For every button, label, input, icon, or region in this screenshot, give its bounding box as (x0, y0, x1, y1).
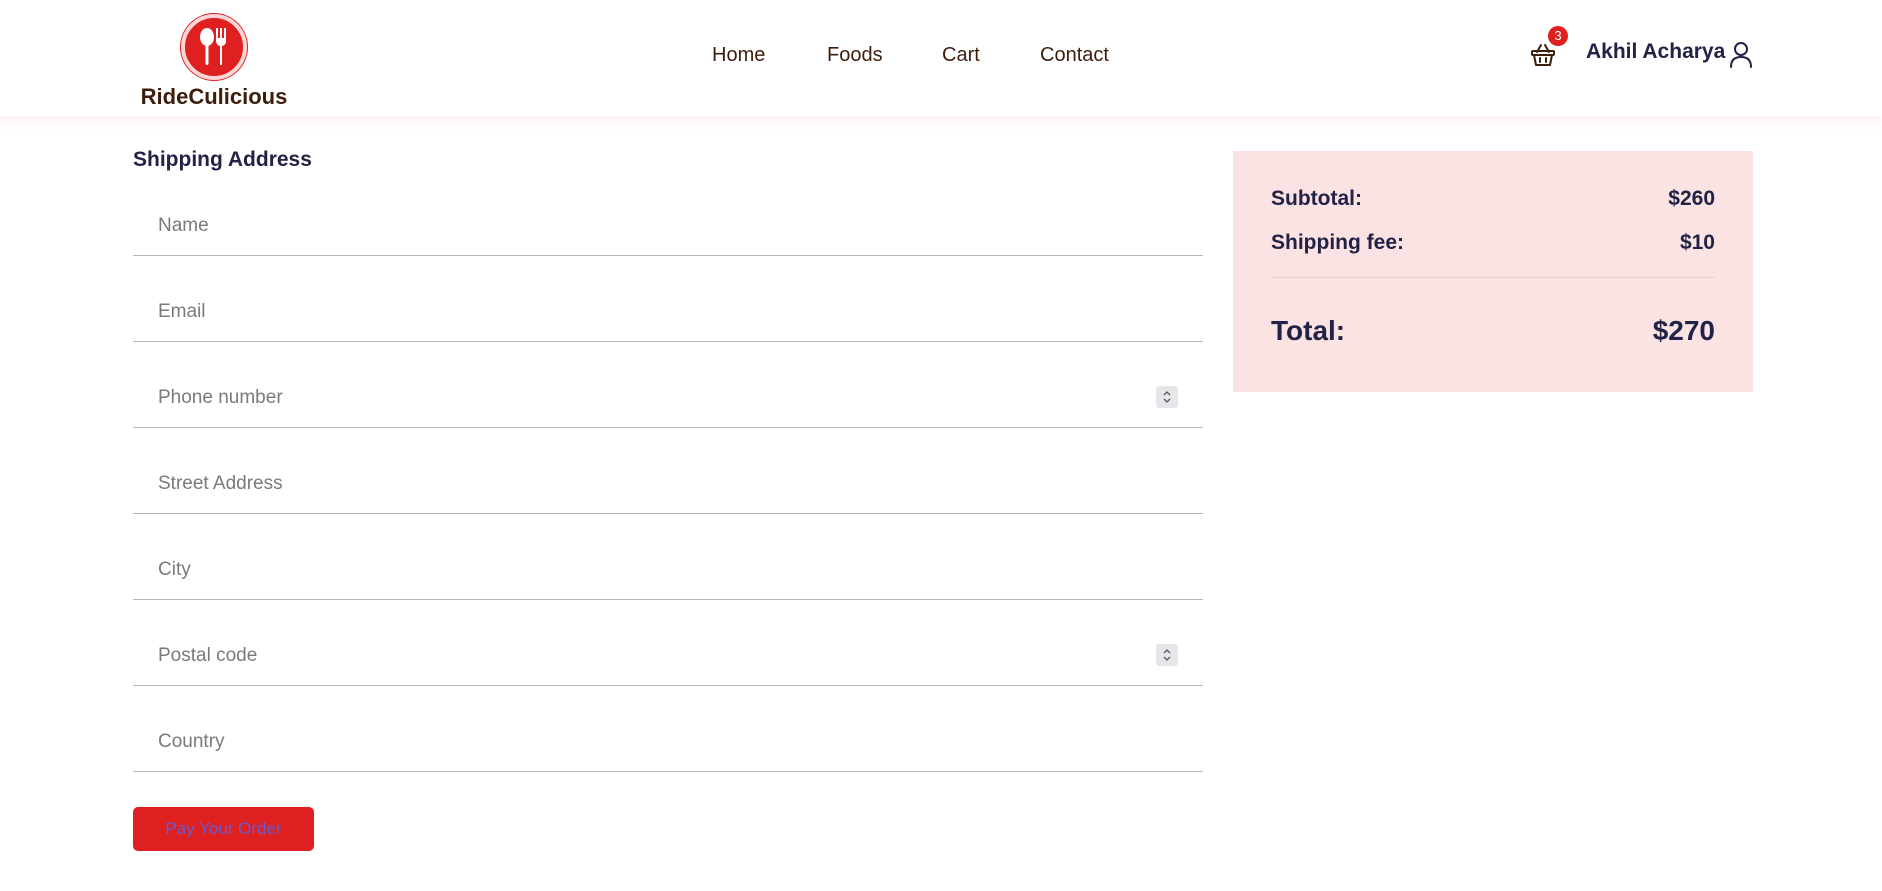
nav-cart-link[interactable]: Cart (942, 44, 980, 67)
postal-code-input[interactable] (133, 626, 1203, 685)
subtotal-row: Subtotal: $260 (1271, 187, 1715, 211)
subtotal-value: $260 (1668, 187, 1715, 210)
subtotal-label: Subtotal: (1271, 187, 1362, 210)
street-field-wrapper (133, 454, 1203, 514)
email-input[interactable] (133, 282, 1203, 341)
nav-foods-link[interactable]: Foods (827, 44, 883, 67)
pay-order-button[interactable]: Pay Your Order (133, 807, 314, 851)
country-field-wrapper (133, 712, 1203, 772)
name-field-wrapper (133, 196, 1203, 256)
country-input[interactable] (133, 712, 1203, 771)
postal-stepper[interactable] (1156, 644, 1178, 666)
user-icon[interactable] (1728, 40, 1754, 68)
city-input[interactable] (133, 540, 1203, 599)
brand-logo[interactable]: RideCulicious (136, 14, 292, 110)
phone-field-wrapper (133, 368, 1203, 428)
shipping-fee-row: Shipping fee: $10 (1271, 231, 1715, 255)
order-summary: Subtotal: $260 Shipping fee: $10 Total: … (1233, 151, 1753, 392)
name-input[interactable] (133, 196, 1203, 255)
cart-count-badge: 3 (1548, 26, 1568, 46)
phone-input[interactable] (133, 368, 1203, 427)
city-field-wrapper (133, 540, 1203, 600)
shipping-fee-label: Shipping fee: (1271, 231, 1404, 254)
postal-field-wrapper (133, 626, 1203, 686)
stepper-arrows-icon (1163, 649, 1171, 661)
stepper-arrows-icon (1163, 391, 1171, 403)
street-input[interactable] (133, 454, 1203, 513)
nav-home-link[interactable]: Home (712, 44, 765, 67)
total-value: $270 (1652, 315, 1715, 346)
total-label: Total: (1271, 315, 1346, 346)
brand-name: RideCulicious (140, 84, 288, 109)
site-header: RideCulicious Home Foods Cart Contact 3 … (0, 0, 1882, 116)
user-name[interactable]: Akhil Acharya (1586, 40, 1725, 64)
total-row: Total: $270 (1271, 315, 1715, 347)
phone-stepper[interactable] (1156, 386, 1178, 408)
nav-contact-link[interactable]: Contact (1040, 44, 1109, 67)
shipping-title: Shipping Address (133, 148, 312, 171)
shipping-form: Shipping Address Pay Your Order (133, 148, 1203, 851)
email-field-wrapper (133, 282, 1203, 342)
spoon-fork-icon (181, 14, 247, 80)
summary-divider (1271, 277, 1715, 278)
shipping-fee-value: $10 (1679, 231, 1715, 254)
